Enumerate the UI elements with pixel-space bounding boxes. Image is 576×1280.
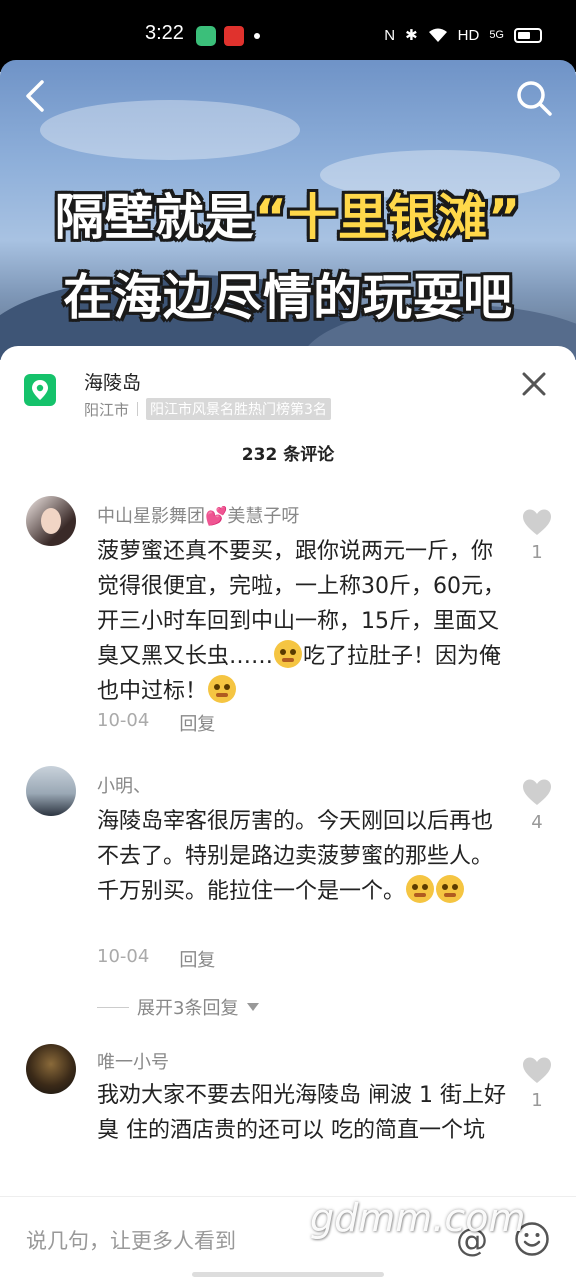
at-icon: @ [456,1221,488,1259]
comment-username[interactable]: 中山星影舞团💕美慧子呀 [97,502,299,528]
emoji-icon [436,875,465,903]
close-icon [522,372,546,396]
video-title-text: 隔壁就是 [54,189,255,246]
like-button[interactable]: 4 [522,778,552,833]
bluetooth-icon: ✱ [405,27,418,44]
wifi-icon [428,28,447,42]
close-button[interactable] [520,370,548,398]
reply-button[interactable]: 回复 [179,946,215,972]
search-button[interactable] [514,78,554,118]
location-pin-icon [24,374,56,406]
location-subtitle: 阳江市 阳江市风景名胜热门榜第3名 [84,398,331,420]
expand-replies-button[interactable]: 展开3条回复 [97,994,260,1020]
like-button[interactable]: 1 [522,508,552,563]
mention-button[interactable]: @ [456,1221,488,1259]
home-indicator[interactable] [192,1272,384,1277]
location-city: 阳江市 [84,400,130,419]
video-title-highlight: “十里银滩” [254,189,522,246]
signal-label: 5G [489,29,504,41]
notification-app-icon-2 [224,26,244,46]
emoji-icon [208,675,237,703]
comment-date: 10-04 [97,710,150,731]
video-preview[interactable]: 隔壁就是“十里银滩” 在海边尽情的玩耍吧 [0,60,576,360]
video-title-line2: 在海边尽情的玩耍吧 [62,269,513,326]
nfc-icon: N [384,26,396,44]
comment-username[interactable]: 小明、 [97,772,151,798]
status-time: 3:22 [145,22,184,44]
expand-replies-label: 展开3条回复 [137,998,239,1019]
location-rank-badge[interactable]: 阳江市风景名胜热门榜第3名 [146,398,331,420]
avatar[interactable] [26,496,76,546]
status-icons: N ✱ HD 5G [384,26,542,44]
divider [137,402,139,416]
comment-date: 10-04 [97,946,150,967]
like-count: 1 [531,1090,543,1111]
network-label: HD [457,26,480,44]
heart-icon [523,779,551,805]
heart-icon [523,509,551,535]
comments-sheet: 海陵岛 阳江市 阳江市风景名胜热门榜第3名 232 条评论 中山星影舞团💕美慧子… [0,346,576,1280]
caret-down-icon [247,1003,260,1011]
comment-input-bar: 说几句，让更多人看到 @ [0,1196,576,1280]
comment-text: 菠萝蜜还真不要买，跟你说两元一斤，你觉得很便宜，完啦，一上称30斤，60元，开三… [97,534,509,709]
like-count: 4 [531,812,543,833]
comment-meta: 10-04 回复 [97,946,215,972]
battery-icon [514,27,542,43]
back-button[interactable] [20,78,60,118]
comment-text: 我劝大家不要去阳光海陵岛 闸波 1 街上好臭 住的酒店贵的还可以 吃的简直一个坑 [97,1083,506,1143]
cloud-decoration [40,100,300,160]
comment-meta: 10-04 回复 [97,710,215,736]
emoji-icon [406,875,435,903]
avatar[interactable] [26,766,76,816]
notification-app-icon [196,26,216,46]
heart-icon [523,1057,551,1083]
comment-username[interactable]: 唯一小号 [97,1048,169,1074]
notification-dot-icon [254,33,260,39]
like-count: 1 [531,542,543,563]
like-button[interactable]: 1 [522,1056,552,1111]
video-title-line1: 隔壁就是“十里银滩” [0,178,576,249]
comment-text: 海陵岛宰客很厉害的。今天刚回以后再也不去了。特别是路边卖菠萝蜜的那些人。千万别买… [97,804,509,909]
divider [97,1006,129,1008]
chevron-left-icon [26,80,44,112]
avatar[interactable] [26,1044,76,1094]
comment-input[interactable]: 说几句，让更多人看到 [26,1225,236,1255]
comments-count: 232 条评论 [241,445,335,465]
search-icon [517,81,552,116]
emoji-icon [274,640,303,668]
emoji-button[interactable] [514,1221,550,1257]
reply-button[interactable]: 回复 [179,710,215,736]
location-name[interactable]: 海陵岛 [84,368,141,395]
smiley-icon [515,1222,549,1256]
